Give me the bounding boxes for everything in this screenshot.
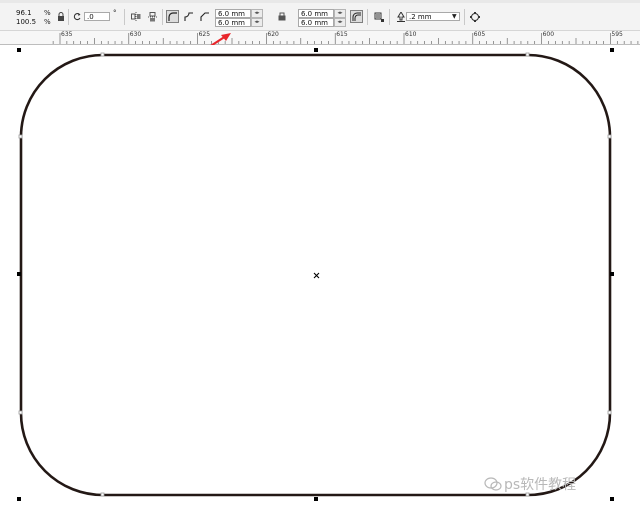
center-mark-icon bbox=[313, 272, 320, 279]
selection-handle-middle-right[interactable] bbox=[610, 272, 614, 276]
selection-handle-bottom-center[interactable] bbox=[314, 497, 318, 501]
selection-handle-bottom-right[interactable] bbox=[610, 497, 614, 501]
rounded-rectangle-shape[interactable] bbox=[0, 0, 640, 516]
selection-handle-top-left[interactable] bbox=[17, 48, 21, 52]
selection-handle-bottom-left[interactable] bbox=[17, 497, 21, 501]
watermark: ps软件教程 bbox=[484, 474, 576, 494]
chat-bubble-icon bbox=[484, 477, 502, 491]
watermark-text: ps软件教程 bbox=[504, 477, 577, 493]
selection-handle-top-right[interactable] bbox=[610, 48, 614, 52]
selection-handle-middle-left[interactable] bbox=[17, 272, 21, 276]
selection-handle-top-center[interactable] bbox=[314, 48, 318, 52]
